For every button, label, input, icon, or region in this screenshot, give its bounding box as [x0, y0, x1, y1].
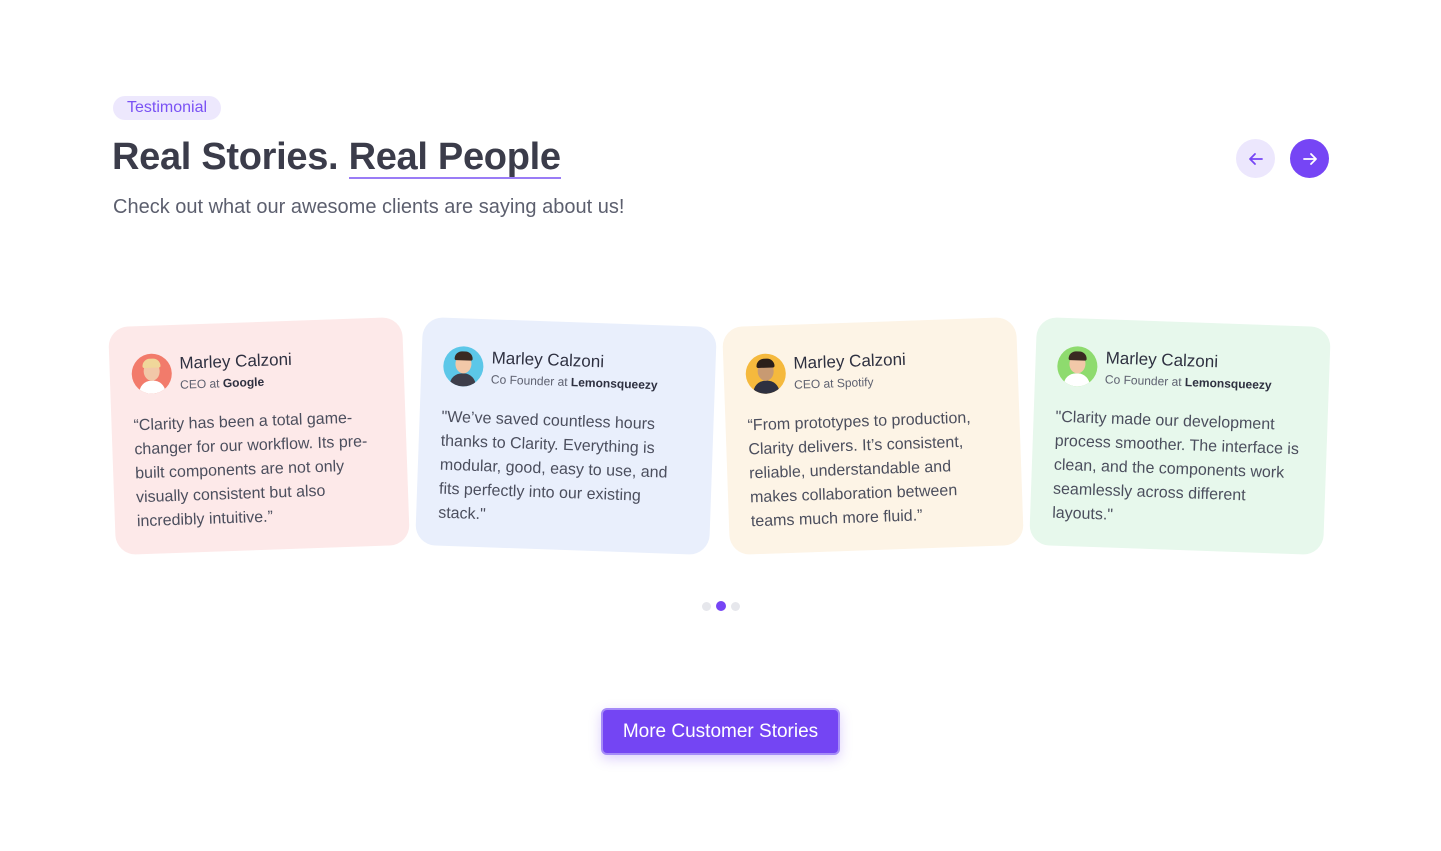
arrow-left-icon: [1248, 152, 1263, 165]
card-header: Marley Calzoni Co Founder at Lemonsqueez…: [442, 345, 694, 395]
avatar-body: [753, 380, 780, 395]
title-prefix: Real Stories.: [112, 136, 339, 178]
testimonial-card: Marley Calzoni CEO at Spotify “From prot…: [722, 316, 1024, 556]
pagination-dot[interactable]: [702, 601, 711, 611]
carousel-pagination: [702, 601, 740, 611]
avatar: [1056, 345, 1099, 388]
avatar-body: [1063, 372, 1091, 388]
author-name: Marley Calzoni: [1105, 348, 1219, 372]
avatar-hair: [1068, 351, 1087, 361]
testimonial-section: Testimonial Real Stories. Real People Ch…: [0, 0, 1441, 851]
carousel-next-button[interactable]: [1290, 139, 1329, 178]
page-title: Real Stories. Real People: [112, 134, 561, 180]
testimonial-card: Marley Calzoni Co Founder at Lemonsqueez…: [415, 316, 717, 556]
title-highlight: Real People: [348, 136, 561, 179]
avatar-hair: [756, 358, 775, 369]
avatar: [131, 353, 173, 395]
page-subtitle: Check out what our awesome clients are s…: [113, 196, 625, 218]
pagination-dot[interactable]: [731, 601, 740, 611]
author-name: Marley Calzoni: [793, 349, 907, 373]
avatar-body: [139, 380, 166, 395]
author-role: Co Founder at Lemonsqueezy: [490, 372, 658, 393]
testimonial-card: Marley Calzoni CEO at Google “Clarity ha…: [108, 316, 410, 556]
testimonial-quote: "Clarity made our development process sm…: [1051, 408, 1300, 524]
pagination-dot-active[interactable]: [716, 601, 726, 611]
section-badge: Testimonial: [113, 96, 222, 120]
avatar: [745, 353, 787, 395]
author-role: CEO at Spotify: [793, 374, 874, 392]
avatar-hair: [142, 358, 161, 369]
card-header: Marley Calzoni CEO at Google: [131, 346, 382, 395]
author-name: Marley Calzoni: [491, 348, 605, 372]
arrow-right-icon: [1302, 152, 1317, 165]
more-customer-stories-button[interactable]: More Customer Stories: [601, 708, 840, 755]
author-role: CEO at Google: [179, 374, 265, 392]
carousel-prev-button[interactable]: [1236, 139, 1275, 178]
testimonial-card: Marley Calzoni Co Founder at Lemonsqueez…: [1029, 316, 1331, 556]
testimonial-quote: “Clarity has been a total game-changer f…: [133, 409, 368, 531]
testimonial-quote: “From prototypes to production, Clarity …: [747, 409, 971, 531]
card-header: Marley Calzoni Co Founder at Lemonsqueez…: [1056, 345, 1308, 395]
author-role: Co Founder at Lemonsqueezy: [1104, 372, 1272, 393]
testimonial-quote: "We’ve saved countless hours thanks to C…: [437, 408, 668, 524]
author-name: Marley Calzoni: [179, 349, 293, 373]
card-header: Marley Calzoni CEO at Spotify: [745, 346, 996, 395]
avatar: [442, 345, 485, 388]
avatar-hair: [454, 351, 473, 361]
avatar-body: [449, 372, 477, 388]
